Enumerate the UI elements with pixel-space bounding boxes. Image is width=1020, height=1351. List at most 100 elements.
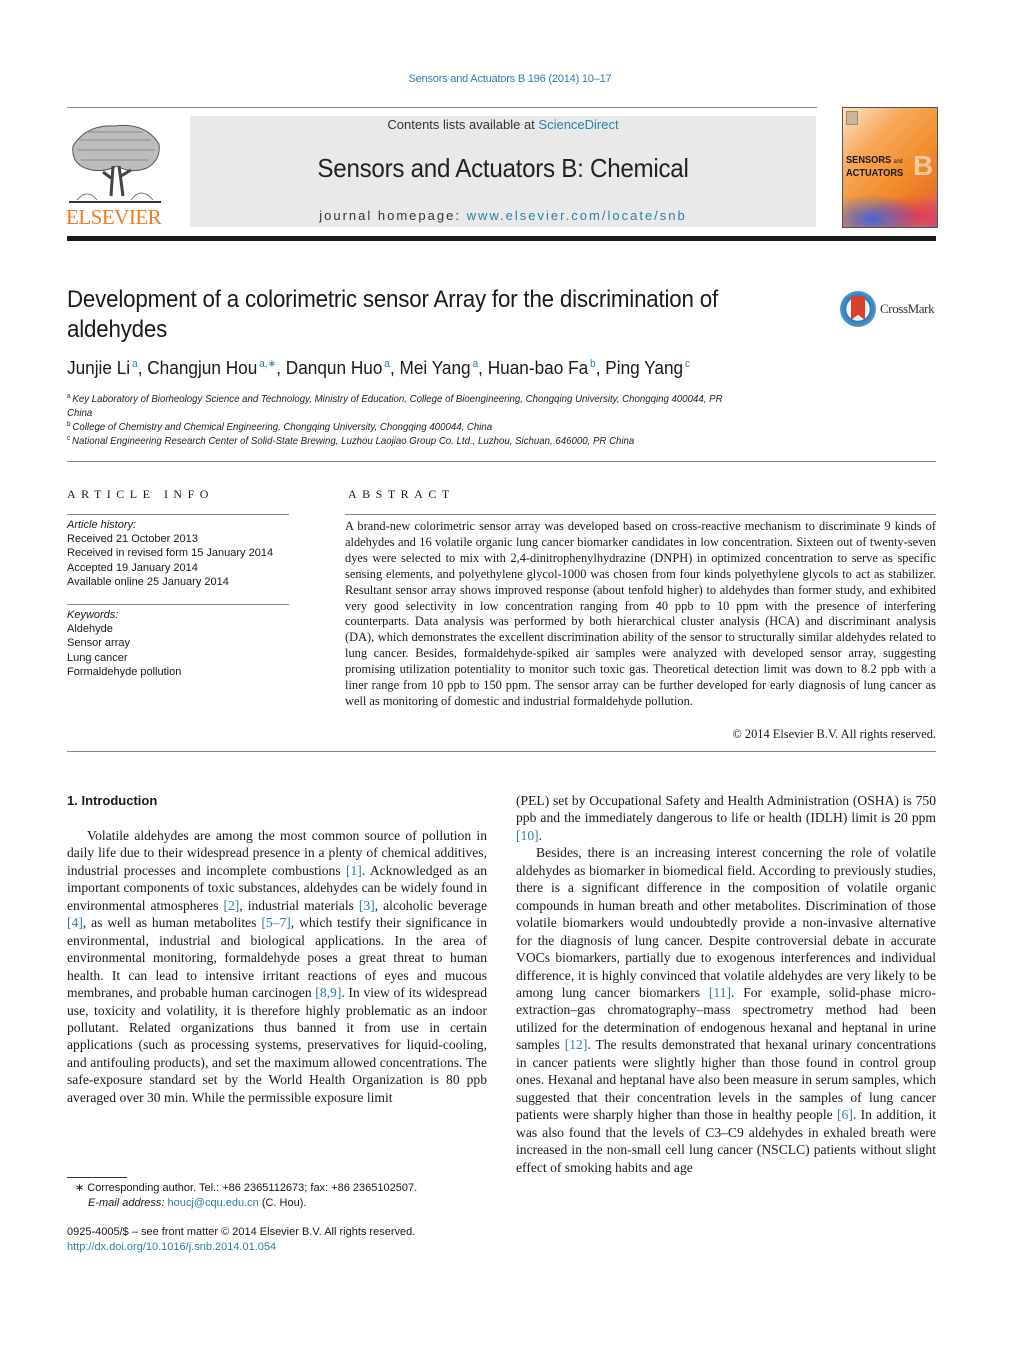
elsevier-tree-logo-icon [67,116,163,208]
author[interactable]: Mei Yang a [400,357,479,378]
homepage-link[interactable]: www.elsevier.com/locate/snb [467,208,687,223]
cover-title-and: and [893,159,903,165]
history-label: Article history: [67,519,137,531]
affiliation-rule [67,461,936,462]
cover-letter: B [913,150,934,181]
author[interactable]: Changjun Hou a,∗ [147,357,276,378]
author-separator: , [276,357,286,378]
cover-splash [843,187,937,227]
body-text: . [538,827,543,843]
homepage-prefix: journal homepage: [319,208,467,223]
citation-link[interactable]: [10] [516,828,539,843]
history-accepted: Accepted 19 January 2014 [67,561,198,574]
cover-title: SENSORS and ACTUATORS [846,155,903,179]
history-revised: Received in revised form 15 January 2014 [67,547,274,560]
citation-link[interactable]: [11] [709,985,731,1000]
keywords-rule [67,604,289,605]
body-text: , as well as human metabolites [82,915,262,931]
author-separator: , [389,357,400,378]
body-text: , alcoholic beverage [374,897,488,913]
affiliation-key: b [67,421,71,428]
issn-line: 0925-4005/$ – see front matter © 2014 El… [67,1226,416,1238]
intro-paragraph-continued: (PEL) set by Occupational Safety and Hea… [516,792,936,844]
author-separator: , [137,357,148,378]
author-name: Ping Yang [605,357,684,378]
article-history: Article history: Received 21 October 201… [67,518,289,589]
abstract-copyright: © 2014 Elsevier B.V. All rights reserved… [732,727,936,741]
doi-link[interactable]: http://dx.doi.org/10.1016/j.snb.2014.01.… [67,1240,497,1255]
keywords: Keywords: Aldehyde Sensor array Lung can… [67,608,289,679]
citation-link[interactable]: [2] [223,898,239,913]
contents-prefix: Contents lists available at [387,117,539,132]
header-thick-rule [67,236,936,241]
homepage-line: journal homepage: www.elsevier.com/locat… [190,208,816,223]
affiliation-key: a [67,393,71,400]
email-suffix: (C. Hou). [258,1197,307,1209]
affiliation-a: a Key Laboratory of Biorheology Science a… [67,390,748,420]
citation-link[interactable]: [6] [837,1107,853,1122]
author[interactable]: Danqun Huo a [286,357,390,378]
journal-banner: Contents lists available at ScienceDirec… [190,116,816,227]
journal-title: Sensors and Actuators B: Chemical [317,153,689,183]
abstract-rule [345,514,936,515]
body-text: Besides, there is an increasing interest… [516,845,936,1000]
email-label: E-mail address: [88,1197,168,1209]
crossmark-label: CrossMark [880,301,935,316]
author[interactable]: Junjie Li a [67,357,138,378]
journal-cover-image: B SENSORS and ACTUATORS [842,107,938,228]
author-separator: , [595,357,606,378]
intro-right-column: (PEL) set by Occupational Safety and Hea… [516,792,936,1176]
article-info-heading: ARTICLE INFO [67,487,214,501]
author-affil-sup[interactable]: c [685,358,690,370]
author-list: Junjie Li a, Changjun Hou a,∗, Danqun Huo a… [67,357,690,379]
abstract-text: A brand-new colorimetric sensor array wa… [345,519,936,708]
author-name: Mei Yang [399,357,471,378]
crossmark-button[interactable]: CrossMark [840,291,940,329]
citation-link[interactable]: [12] [565,1037,588,1052]
history-received: Received 21 October 2013 [67,533,198,546]
keyword: Sensor array [67,637,130,650]
body-text: . In view of its widespread use, toxicit… [67,985,487,1105]
author-separator: , [478,357,488,378]
citation-link[interactable]: [4] [67,915,83,930]
article-info-rule [67,514,289,515]
citation-link[interactable]: [3] [359,898,375,913]
corresponding-author-footnote: ∗ Corresponding author. Tel.: +86 236511… [67,1181,497,1211]
history-online: Available online 25 January 2014 [67,575,229,588]
sciencedirect-link[interactable]: ScienceDirect [538,117,618,132]
section-heading-introduction: 1. Introduction [67,793,158,808]
author-affil-sup[interactable]: a,∗ [259,358,276,370]
keyword: Formaldehyde pollution [67,665,182,678]
cover-title-line1: SENSORS [846,154,892,166]
intro-left-column: Volatile aldehydes are among the most co… [67,827,487,1106]
body-text: (PEL) set by Occupational Safety and Hea… [516,793,936,826]
article-title: Development of a colorimetric sensor Arr… [67,286,719,343]
journal-citation[interactable]: Sensors and Actuators B 196 (2014) 10–17 [0,73,1020,85]
keywords-label: Keywords: [67,609,119,621]
author-name: Danqun Huo [285,357,383,378]
footnote-rule [67,1177,127,1178]
author-name: Huan-bao Fa [487,357,589,378]
email-link[interactable]: houcj@cqu.edu.cn [167,1197,258,1209]
citation-link[interactable]: [1] [346,863,362,878]
abstract-heading: ABSTRACT [348,487,455,501]
front-matter: 0925-4005/$ – see front matter © 2014 El… [67,1225,497,1255]
citation-link[interactable]: [5–7] [261,915,290,930]
affiliation-key: c [67,435,71,442]
elsevier-wordmark: ELSEVIER [66,205,162,229]
intro-paragraph-1: Volatile aldehydes are among the most co… [67,827,487,1106]
author-name: Junjie Li [67,357,131,378]
affiliation-text: Key Laboratory of Biorheology Science an… [67,393,723,419]
contents-line: Contents lists available at ScienceDirec… [190,117,816,132]
author-name: Changjun Hou [147,357,258,378]
header-rule [67,107,817,108]
affiliation-text: National Engineering Research Center of … [72,435,635,447]
author[interactable]: Ping Yang c [605,357,690,378]
citation-link[interactable]: [8,9] [315,985,341,1000]
keyword: Lung cancer [67,651,128,664]
cover-title-line2: ACTUATORS [846,167,904,179]
email-line: E-mail address: houcj@cqu.edu.cn (C. Hou… [67,1196,497,1211]
body-text: , industrial materials [239,897,359,913]
author[interactable]: Huan-bao Fa b [488,357,596,378]
intro-paragraph-2: Besides, there is an increasing interest… [516,844,936,1176]
